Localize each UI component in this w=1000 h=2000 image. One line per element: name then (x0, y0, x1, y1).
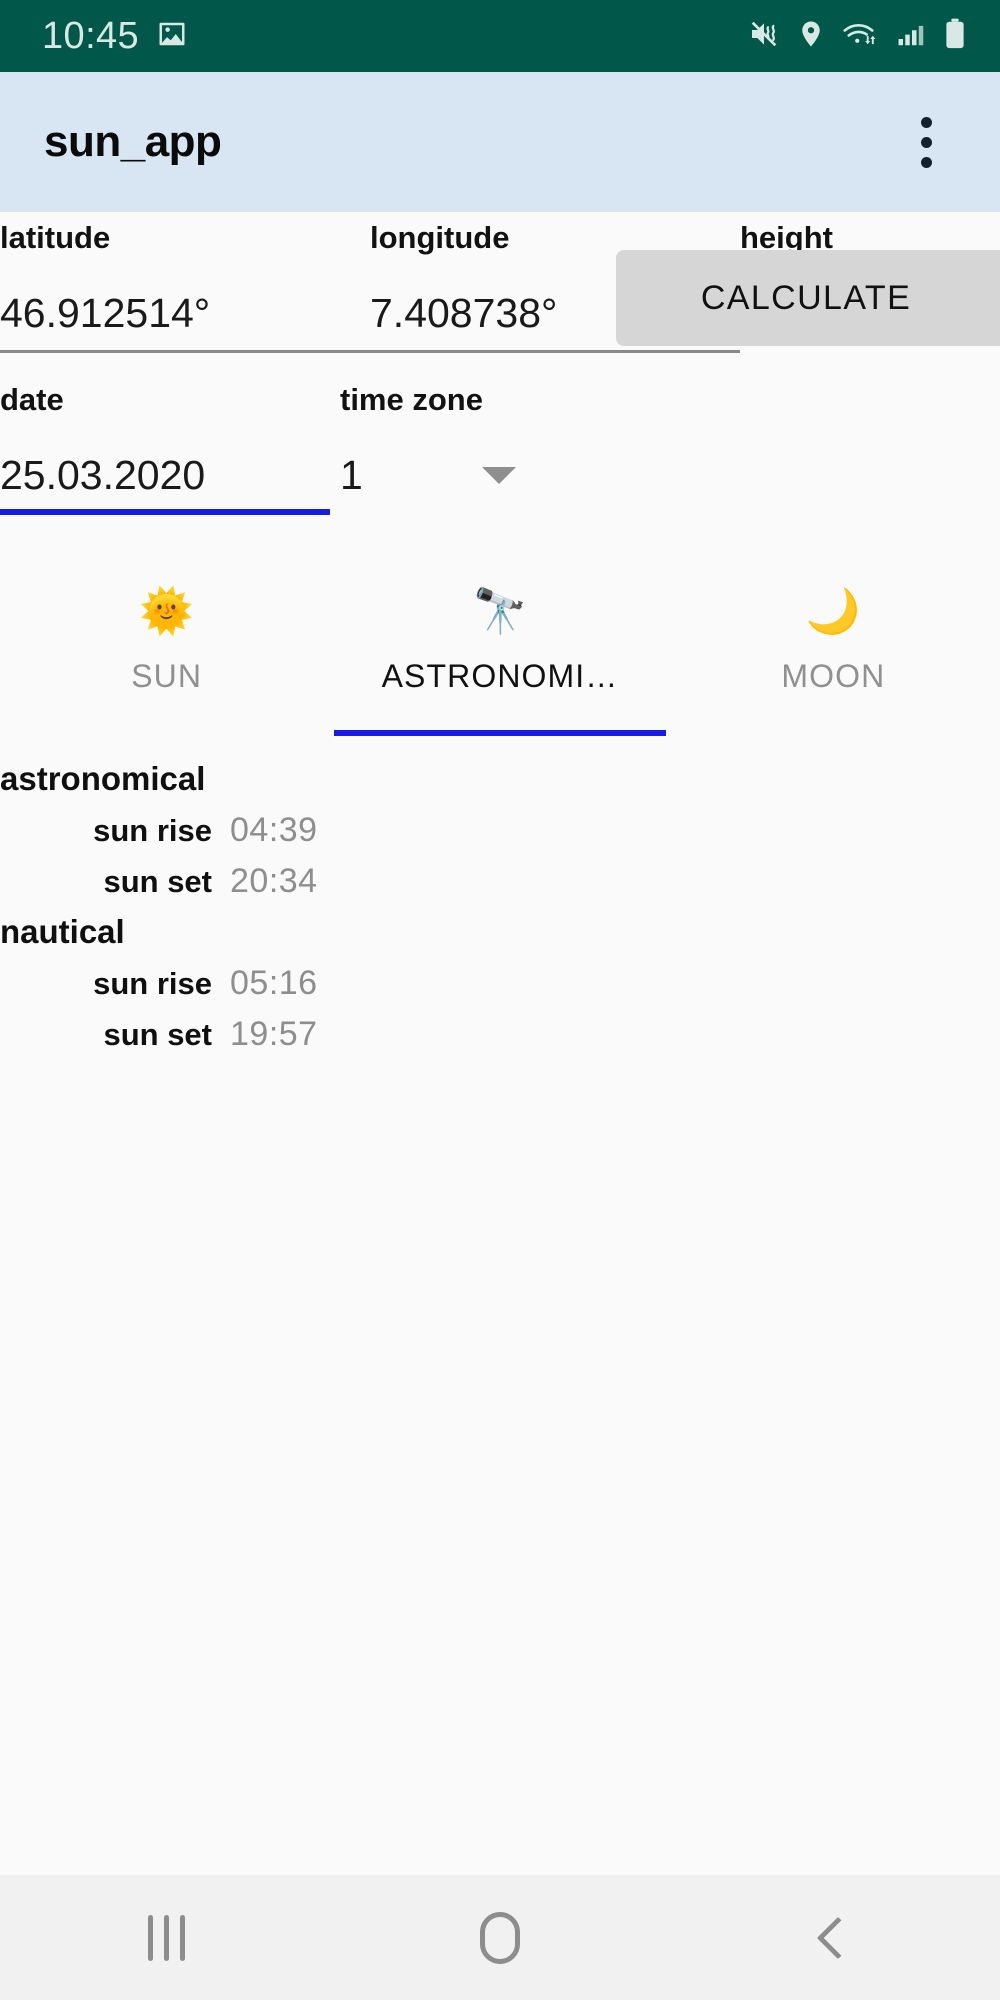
latitude-input[interactable]: 46.912514° (0, 293, 370, 353)
back-button[interactable] (743, 1875, 923, 2000)
result-key: sun set (103, 864, 212, 899)
date-timezone-row: date 25.03.2020 time zone 1 (0, 384, 540, 515)
latitude-label: latitude (0, 220, 111, 255)
result-value: 04:39 (230, 811, 318, 849)
overflow-menu-button[interactable] (896, 103, 956, 181)
battery-icon (942, 18, 968, 55)
tab-indicator (333, 730, 666, 736)
location-pin-icon (796, 19, 826, 54)
overflow-dot-icon (920, 136, 932, 148)
height-label: height (740, 220, 833, 255)
tab-moon-label: MOON (781, 658, 886, 694)
tab-bar: 🌞 SUN 🔭 ASTRONOMI… 🌙 MOON (0, 568, 1000, 736)
home-icon (479, 1911, 520, 1964)
moon-icon: 🌙 (805, 587, 861, 636)
tab-sun-label: SUN (131, 658, 203, 694)
telescope-icon: 🔭 (472, 587, 528, 636)
overflow-dot-icon (920, 156, 932, 168)
recents-icon (148, 1914, 186, 1961)
result-row: sun set 20:34 (0, 856, 1000, 907)
result-row: sun set 19:57 (0, 1009, 1000, 1060)
cellular-signal-icon (896, 19, 926, 54)
date-input[interactable]: 25.03.2020 (0, 455, 330, 515)
date-field-group: date 25.03.2020 (0, 384, 330, 515)
tab-astronomical[interactable]: 🔭 ASTRONOMI… (333, 568, 666, 736)
results-panel: astronomical sun rise 04:39 sun set 20:3… (0, 742, 1000, 1875)
result-key: sun rise (93, 813, 212, 848)
result-value: 20:34 (230, 862, 318, 900)
status-bar-left: 10:45 (42, 17, 187, 55)
tab-astronomical-label: ASTRONOMI… (381, 658, 619, 694)
date-label: date (0, 382, 64, 417)
sun-icon: 🌞 (139, 587, 195, 636)
overflow-dot-icon (920, 116, 932, 128)
timezone-field-group: time zone 1 (340, 384, 540, 508)
latitude-field-group: latitude 46.912514° (0, 222, 370, 353)
result-group: nautical sun rise 05:16 sun set 19:57 (0, 907, 1000, 1060)
timezone-label: time zone (340, 382, 483, 417)
longitude-label: longitude (370, 220, 510, 255)
chevron-down-icon (482, 467, 516, 484)
result-key: sun set (103, 1017, 212, 1052)
app-bar: sun_app (0, 72, 1000, 212)
result-value: 05:16 (230, 964, 318, 1002)
result-value: 19:57 (230, 1015, 318, 1053)
input-form: latitude 46.912514° longitude 7.408738° … (0, 212, 1000, 552)
result-group-title: astronomical (0, 760, 206, 797)
status-bar: 10:45 (0, 0, 1000, 72)
app-title: sun_app (44, 117, 222, 166)
phone-screen: 10:45 sun_app latitude 46.912514° longit… (0, 0, 1000, 2000)
status-bar-clock: 10:45 (42, 15, 140, 57)
home-button[interactable] (410, 1875, 590, 2000)
result-group-title: nautical (0, 913, 125, 950)
result-row: sun rise 05:16 (0, 958, 1000, 1009)
calculate-button[interactable]: CALCULATE (616, 250, 1000, 346)
tab-moon[interactable]: 🌙 MOON (667, 568, 1000, 736)
result-key: sun rise (93, 966, 212, 1001)
android-navigation-bar (0, 1875, 1000, 2000)
tab-sun[interactable]: 🌞 SUN (0, 568, 333, 736)
result-group: astronomical sun rise 04:39 sun set 20:3… (0, 754, 1000, 907)
recents-button[interactable] (77, 1875, 257, 2000)
result-row: sun rise 04:39 (0, 805, 1000, 856)
timezone-select[interactable]: 1 (340, 455, 520, 508)
timezone-value: 1 (340, 452, 363, 498)
image-notification-icon (157, 19, 187, 54)
status-bar-right (748, 18, 968, 55)
wifi-icon (842, 19, 880, 54)
mute-vibrate-icon (748, 18, 780, 55)
back-chevron-icon (817, 1916, 860, 1959)
